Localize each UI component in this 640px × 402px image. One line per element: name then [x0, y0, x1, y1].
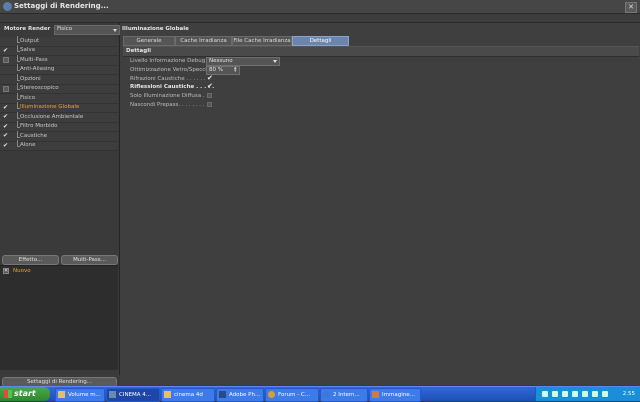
debug-level-row: Livello Informazione Debug . . . Nessuno — [130, 57, 430, 67]
check-icon — [3, 67, 8, 72]
start-button[interactable]: start — [0, 387, 50, 401]
start-label: start — [14, 389, 36, 398]
hide-prepass-label: Nascondi Prepass. . . . . . . . — [130, 101, 205, 108]
check-icon[interactable]: ✔ — [3, 47, 8, 53]
clock: 2.55 — [622, 391, 635, 397]
checkbox[interactable] — [3, 85, 9, 92]
hide-prepass-row: Nascondi Prepass. . . . . . . . — [130, 101, 430, 111]
tray-icon[interactable] — [572, 391, 578, 397]
close-button[interactable]: ✕ — [625, 2, 637, 13]
chevron-down-icon — [113, 29, 117, 32]
effect-buttons-row: Effetto... Multi-Pass... — [2, 255, 118, 265]
folder-icon — [58, 391, 65, 398]
glass-optimization-value: 80 % — [209, 66, 223, 73]
windows-logo-icon — [4, 390, 12, 398]
tray-icon[interactable] — [562, 391, 568, 397]
tray-icon[interactable] — [582, 391, 588, 397]
tab-generale[interactable]: Generale — [123, 36, 175, 46]
diffuse-only-label: Solo Illuminazione Diffusa . . — [130, 93, 209, 100]
windows-taskbar: start Volume m... CINEMA 4... cinema 4d … — [0, 386, 640, 402]
check-icon[interactable]: ✔ — [3, 114, 8, 120]
tree-item-label: Anti-Aliasing — [16, 64, 55, 72]
cinema4d-icon — [109, 391, 116, 398]
internet-explorer-icon — [323, 391, 330, 398]
debug-level-value: Nessuno — [209, 58, 233, 64]
details-header: Dettagli — [123, 46, 639, 57]
spinner-arrows-icon[interactable]: ▴ ▾ — [234, 65, 238, 73]
effect-button[interactable]: Effetto... — [2, 255, 59, 265]
glass-optimization-label: Ottimizzazione Vetro/Specchio — [130, 66, 214, 73]
reflection-caustics-checkbox[interactable]: ✔ — [207, 83, 213, 90]
reflection-caustics-label: Riflessioni Caustiche . . . . . — [130, 84, 215, 91]
tray-icon[interactable] — [592, 391, 598, 397]
checkbox[interactable]: ✕ — [3, 268, 9, 274]
tray-icon[interactable] — [552, 391, 558, 397]
window-titlebar: Settaggi di Rendering... ✕ — [0, 0, 640, 14]
settings-tree: Output ✔ Salva Multi-Pass Anti-Aliasing O… — [0, 35, 118, 151]
details-properties: Livello Informazione Debug . . . Nessuno… — [130, 57, 430, 111]
folder-icon — [164, 391, 171, 398]
tray-icon[interactable] — [542, 391, 548, 397]
tree-item-label: Multi-Pass — [17, 54, 48, 63]
tree-item-label: Caustiche — [16, 130, 48, 139]
effect-item-label: Nuovo — [13, 268, 31, 274]
render-engine-row: Motore Render Fisico — [3, 25, 120, 35]
refraction-caustics-label: Rifrazioni Caustiche . . . . . . — [130, 75, 206, 82]
check-icon — [3, 76, 8, 81]
render-engine-dropdown[interactable]: Fisico — [54, 25, 120, 35]
check-icon[interactable]: ✔ — [3, 123, 8, 129]
check-icon[interactable]: ✔ — [3, 104, 8, 110]
debug-level-dropdown[interactable]: Nessuno — [206, 57, 280, 66]
render-engine-label: Motore Render — [4, 26, 51, 32]
check-icon — [3, 38, 8, 43]
hide-prepass-checkbox[interactable] — [207, 101, 212, 107]
tab-file-cache-irradianza[interactable]: File Cache Irradianza — [232, 36, 292, 46]
browser-icon — [268, 391, 275, 398]
section-title: Illuminazione Globale — [122, 26, 189, 32]
tree-item-label: Fisico — [16, 92, 36, 101]
photoshop-icon — [219, 391, 226, 398]
diffuse-only-row: Solo Illuminazione Diffusa . . — [130, 93, 430, 102]
details-header-label: Dettagli — [126, 48, 151, 54]
check-icon — [3, 95, 8, 100]
volume-icon[interactable] — [602, 391, 608, 397]
cinema4d-app-icon — [3, 2, 12, 11]
reflection-caustics-row: Riflessioni Caustiche . . . . . ✔ — [130, 83, 430, 93]
tree-item-label: Filtro Morbido — [16, 121, 58, 129]
effect-list: ✕ Nuovo — [0, 265, 118, 370]
tree-item-label: Salva — [16, 45, 36, 53]
tree-item-label: Opzioni — [17, 73, 41, 82]
check-icon[interactable]: ✔ — [3, 133, 8, 139]
tab-bar: Generale Cache Irradianza File Cache Irr… — [123, 36, 353, 46]
tree-item-label: Occlusione Ambientale — [16, 111, 84, 120]
render-engine-value: Fisico — [57, 26, 73, 32]
image-icon — [372, 391, 379, 398]
glass-optimization-row: Ottimizzazione Vetro/Specchio 80 % ▴ ▾ — [130, 65, 430, 76]
check-icon[interactable]: ✔ — [3, 142, 8, 148]
multipass-button[interactable]: Multi-Pass... — [61, 255, 118, 265]
tab-dettagli[interactable]: Dettagli — [292, 36, 349, 46]
diffuse-only-checkbox[interactable] — [207, 93, 212, 99]
system-tray: 2.55 — [535, 387, 640, 401]
debug-level-label: Livello Informazione Debug . . . — [130, 58, 216, 64]
checkbox[interactable] — [3, 57, 9, 63]
right-pane: Illuminazione Globale Generale Cache Irr… — [120, 23, 640, 385]
tree-item-label: Alone — [17, 140, 36, 148]
tab-cache-irradianza[interactable]: Cache Irradianza — [175, 36, 232, 46]
effect-list-item[interactable]: ✕ Nuovo — [3, 268, 113, 275]
tree-item-label: Illuminazione Globale — [16, 102, 80, 110]
left-pane: Motore Render Fisico Output ✔ Salva Multi… — [0, 23, 120, 375]
refraction-caustics-row: Rifrazioni Caustiche . . . . . . ✔ — [130, 74, 430, 85]
tree-item-label: Output — [16, 35, 40, 44]
refraction-caustics-checkbox[interactable]: ✔ — [207, 74, 213, 81]
menu-strip — [0, 14, 640, 23]
chevron-down-icon — [273, 60, 277, 63]
tree-item-label: Stereoscopico — [17, 83, 59, 91]
window-title: Settaggi di Rendering... — [14, 2, 109, 10]
tree-item-alone[interactable]: ✔ Alone — [0, 140, 118, 151]
